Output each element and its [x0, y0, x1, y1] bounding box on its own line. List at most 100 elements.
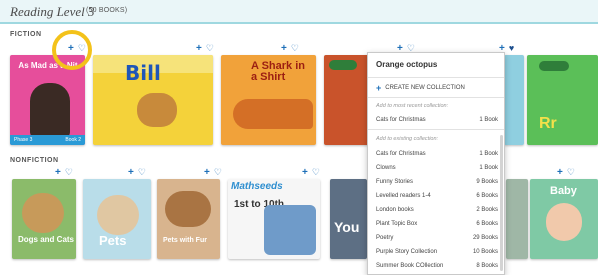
collection-name: Cats for Christmas	[376, 151, 426, 157]
book-actions: + ♡	[128, 168, 146, 178]
book-cover[interactable]: Pets	[83, 179, 151, 259]
collection-name: Clowns	[376, 165, 396, 171]
heart-icon[interactable]: ♡	[206, 44, 214, 53]
book-cover[interactable]: Mathseeds 1st to 10th	[228, 179, 320, 259]
book-actions: + ♡	[55, 168, 73, 178]
book-illustration	[137, 93, 177, 127]
collection-count: 6 Books	[476, 193, 498, 199]
collection-name: London books	[376, 207, 414, 213]
collection-item[interactable]: Poetry 29 Books	[376, 235, 498, 241]
book-cover[interactable]: Pets with Fur	[157, 179, 220, 259]
heart-icon[interactable]: ♡	[312, 168, 320, 177]
heart-icon[interactable]: ♡	[291, 44, 299, 53]
book-illustration	[22, 193, 64, 233]
book-logo	[329, 60, 357, 70]
heart-icon[interactable]: ♡	[138, 168, 146, 177]
book-cover[interactable]: You	[330, 179, 367, 259]
book-illustration	[30, 83, 70, 138]
collection-name: Cats for Christmas	[376, 117, 426, 123]
book-illustration	[165, 191, 211, 227]
divider	[368, 97, 504, 98]
plus-icon[interactable]: +	[557, 168, 563, 178]
collection-name: Levelled readers 1-4	[376, 193, 431, 199]
collection-count: 29 Books	[472, 235, 498, 241]
collection-item[interactable]: Funny Stories 9 Books	[376, 179, 498, 185]
collection-name: Plant Topic Box	[376, 221, 418, 227]
book-title: Rr	[539, 115, 557, 132]
collection-title: Reading Level 3	[10, 4, 95, 19]
book-actions: + ♡	[204, 168, 222, 178]
plus-icon[interactable]: +	[281, 44, 287, 54]
book-title: Pets with Fur	[163, 237, 207, 244]
book-title: You	[334, 219, 360, 235]
book-actions: + ♡	[302, 168, 320, 178]
popup-scrollbar[interactable]	[500, 135, 503, 271]
book-cover[interactable]	[506, 179, 528, 259]
plus-icon[interactable]: +	[302, 168, 308, 178]
plus-icon[interactable]: +	[196, 44, 202, 54]
recent-hint: Add to most recent collection:	[376, 103, 449, 109]
collection-count: 1 Book	[479, 165, 498, 171]
book-cover[interactable]: Baby	[530, 179, 598, 259]
heart-icon[interactable]: ♥	[509, 44, 514, 53]
plus-icon[interactable]: +	[128, 168, 134, 178]
plus-icon[interactable]: +	[55, 168, 61, 178]
collection-count: 1 Book	[479, 117, 498, 123]
book-title: A Shark in a Shirt	[251, 60, 305, 83]
divider	[368, 129, 504, 130]
create-collection-label: CREATE NEW COLLECTION	[385, 85, 465, 91]
book-illustration	[264, 205, 316, 255]
book-cover[interactable]: A Shark in a Shirt	[221, 55, 316, 145]
existing-hint: Add to existing collection:	[376, 136, 439, 142]
book-illustration	[546, 203, 582, 241]
collection-name: Poetry	[376, 235, 394, 241]
book-title: Pets	[99, 233, 127, 248]
collection-count: 6 Books	[476, 221, 498, 227]
book-cover[interactable]	[504, 55, 524, 145]
collection-item[interactable]: Cats for Christmas 1 Book	[376, 151, 498, 157]
collection-count: 1 Book	[479, 151, 498, 157]
book-cover[interactable]: Rr	[527, 55, 598, 145]
collection-name: Summer Book COllection	[376, 263, 444, 269]
collection-count: 2 Books	[476, 207, 498, 213]
book-count: (50 BOOKS)	[86, 7, 128, 14]
book-title: Bill	[125, 61, 161, 85]
collection-item[interactable]: Purple Story Collection 10 Books	[376, 249, 498, 255]
book-actions: + ♡	[196, 44, 214, 54]
divider	[368, 77, 504, 78]
create-collection-button[interactable]: + CREATE NEW COLLECTION	[376, 83, 465, 93]
section-label-fiction: FICTION	[10, 31, 42, 38]
book-phase: Phase 3	[14, 137, 33, 143]
book-number: Book 2	[65, 137, 81, 143]
heart-icon[interactable]: ♡	[214, 168, 222, 177]
book-series: Mathseeds	[231, 181, 283, 192]
collection-count: 10 Books	[472, 249, 498, 255]
collection-count: 9 Books	[476, 179, 498, 185]
collection-header: Reading Level 3 (50 BOOKS)	[0, 0, 598, 24]
collection-item[interactable]: Plant Topic Box 6 Books	[376, 221, 498, 227]
book-illustration	[233, 99, 313, 129]
book-cover[interactable]: Bill	[93, 55, 213, 145]
recent-collection-item[interactable]: Cats for Christmas 1 Book	[376, 117, 498, 123]
collection-name: Funny Stories	[376, 179, 414, 185]
popup-book-title: Orange octopus	[376, 60, 438, 69]
plus-icon[interactable]: +	[204, 168, 210, 178]
collection-item[interactable]: Summer Book COllection 8 Books	[376, 263, 498, 269]
collection-name: Purple Story Collection	[376, 249, 438, 255]
add-to-collection-popup: Orange octopus + CREATE NEW COLLECTION A…	[367, 52, 505, 275]
book-footer: Phase 3 Book 2	[10, 135, 85, 145]
book-title: Baby	[550, 185, 577, 197]
section-label-nonfiction: NONFICTION	[10, 157, 59, 164]
highlight-ring	[52, 30, 92, 70]
book-actions: + ♡	[557, 168, 575, 178]
book-logo	[539, 61, 569, 71]
heart-icon[interactable]: ♡	[567, 168, 575, 177]
heart-icon[interactable]: ♡	[65, 168, 73, 177]
plus-icon: +	[376, 83, 382, 93]
book-cover[interactable]: Dogs and Cats	[12, 179, 76, 259]
collection-item[interactable]: Levelled readers 1-4 6 Books	[376, 193, 498, 199]
collection-count: 8 Books	[476, 263, 498, 269]
collection-item[interactable]: London books 2 Books	[376, 207, 498, 213]
collection-item[interactable]: Clowns 1 Book	[376, 165, 498, 171]
book-cover[interactable]	[324, 55, 369, 145]
